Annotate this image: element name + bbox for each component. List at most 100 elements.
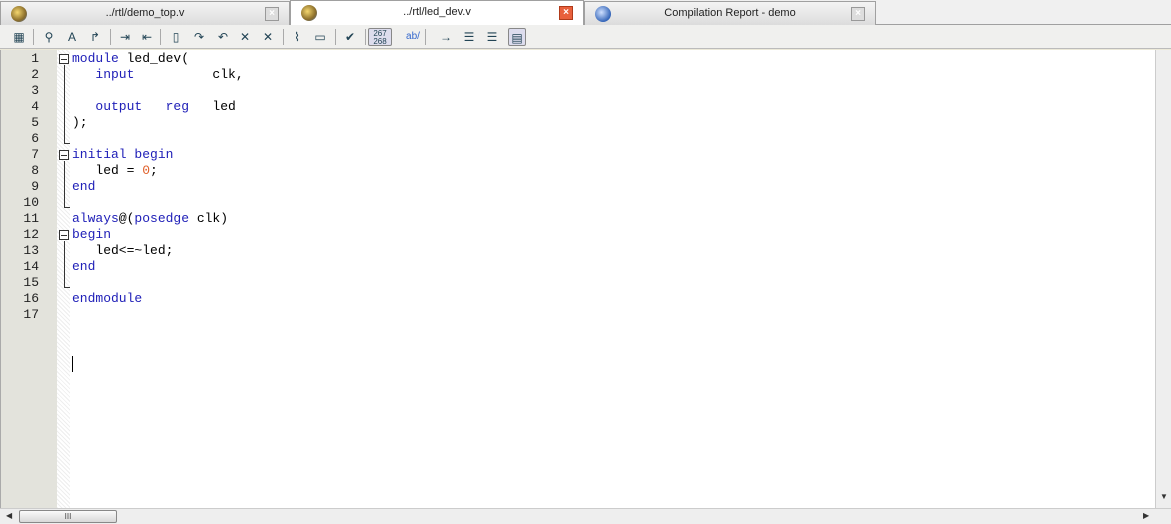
previous-bookmark-icon[interactable]: ↶ bbox=[214, 28, 232, 46]
toolbar-separator bbox=[33, 29, 34, 45]
tab-2[interactable]: ../rtl/led_dev.v × bbox=[290, 0, 584, 26]
fold-end bbox=[64, 287, 70, 288]
fold-end bbox=[64, 207, 70, 208]
keyword-token: endmodule bbox=[72, 291, 143, 306]
line-number: 8 bbox=[31, 163, 39, 178]
close-tab-icon[interactable]: × bbox=[265, 7, 279, 21]
line-number: 13 bbox=[23, 243, 39, 258]
view-mode-icon[interactable]: ▤ bbox=[508, 28, 526, 46]
code-line[interactable]: begin bbox=[72, 227, 111, 243]
line-number: 11 bbox=[23, 211, 39, 226]
line-numbers-bottom: 268 bbox=[373, 37, 387, 46]
code-token: led<=~led; bbox=[72, 243, 174, 258]
tab-label: ../rtl/led_dev.v bbox=[403, 6, 471, 18]
line-number: 12 bbox=[23, 227, 39, 242]
code-line[interactable]: end bbox=[72, 179, 95, 195]
code-line[interactable]: always@(posedge clk) bbox=[72, 211, 228, 227]
indent-doc-icon[interactable]: ☰ bbox=[460, 28, 478, 46]
code-line[interactable]: initial begin bbox=[72, 147, 173, 163]
code-line[interactable]: led<=~led; bbox=[72, 243, 173, 259]
toolbar: ▦ ⚲ A ↱ ⇥ ⇤ ▯ ↷ ↶ ✕ ✕ ⌇ ▭ ✔ ab/→ ☰ ☰ ▤ 267 268 bbox=[0, 25, 1171, 49]
toolbar-separator bbox=[425, 29, 426, 45]
scroll-right-icon[interactable]: ▶ bbox=[1143, 511, 1149, 520]
collapse-fold-icon[interactable] bbox=[59, 230, 69, 240]
code-token: ); bbox=[72, 115, 88, 130]
go-to-icon[interactable]: ↱ bbox=[86, 28, 104, 46]
keyword-token: end bbox=[72, 179, 96, 194]
close-tab-icon[interactable]: × bbox=[559, 6, 573, 20]
insert-template-icon[interactable]: ▦ bbox=[10, 28, 28, 46]
toolbar-separator bbox=[365, 29, 366, 45]
code-editor[interactable]: 1 2 3 4 5 6 7 8 9 10 11 12 13 14 15 16 17 module led_dev… bbox=[0, 50, 1155, 508]
collapse-fold-icon[interactable] bbox=[59, 150, 69, 160]
outline-icon[interactable]: ☰ bbox=[483, 28, 501, 46]
code-line[interactable]: led = 0; bbox=[72, 163, 158, 179]
check-syntax-icon[interactable]: ✔ bbox=[341, 28, 359, 46]
scroll-left-icon[interactable]: ◀ bbox=[6, 511, 12, 520]
keyword-token: end bbox=[72, 259, 96, 274]
line-number-gutter: 1 2 3 4 5 6 7 8 9 10 11 12 13 14 15 16 17 bbox=[0, 50, 57, 508]
find-icon[interactable]: ⚲ bbox=[40, 28, 58, 46]
scroll-down-icon[interactable]: ▼ bbox=[1160, 492, 1168, 501]
number-token: 0 bbox=[142, 163, 151, 178]
wrap-icon[interactable]: → bbox=[437, 28, 455, 46]
keyword-token: initial bbox=[72, 147, 127, 162]
tab-3[interactable]: Compilation Report - demo × bbox=[584, 1, 876, 25]
keyword-token: input bbox=[95, 67, 135, 82]
line-number: 14 bbox=[23, 259, 39, 274]
code-token: led bbox=[189, 99, 236, 114]
decrease-indent-icon[interactable]: ⇤ bbox=[138, 28, 156, 46]
bookmark-icon[interactable]: ▯ bbox=[167, 28, 185, 46]
code-line[interactable]: ); bbox=[72, 115, 88, 131]
text-cursor bbox=[72, 356, 73, 372]
fold-line bbox=[64, 161, 65, 207]
line-number: 7 bbox=[31, 147, 39, 162]
keyword-token: always bbox=[72, 211, 119, 226]
increase-indent-icon[interactable]: ⇥ bbox=[116, 28, 134, 46]
next-bookmark-icon[interactable]: ↷ bbox=[190, 28, 208, 46]
line-number: 16 bbox=[23, 291, 39, 306]
line-numbers-toggle-icon[interactable]: 267 268 bbox=[368, 28, 392, 46]
line-number: 10 bbox=[23, 195, 39, 210]
code-token: clk) bbox=[189, 211, 229, 226]
close-tab-icon[interactable]: × bbox=[851, 7, 865, 21]
line-number: 1 bbox=[31, 51, 39, 66]
code-line[interactable]: input clk, bbox=[72, 67, 244, 83]
horizontal-scrollbar[interactable]: ◀ III ▶ bbox=[0, 508, 1171, 524]
attach-icon[interactable]: ⌇ bbox=[288, 28, 306, 46]
line-number: 15 bbox=[23, 275, 39, 290]
code-line[interactable]: module led_dev( bbox=[72, 51, 189, 67]
code-line[interactable]: output reg led bbox=[72, 99, 236, 115]
keyword-token: begin bbox=[72, 227, 112, 242]
keyword-token: begin bbox=[134, 147, 174, 162]
ab-icon[interactable]: ab/ bbox=[402, 28, 424, 46]
collapse-fold-icon[interactable] bbox=[59, 54, 69, 64]
line-number: 4 bbox=[31, 99, 39, 114]
remove-all-bookmarks-icon[interactable]: ✕ bbox=[259, 28, 277, 46]
tab-label: ../rtl/demo_top.v bbox=[105, 7, 185, 19]
code-token: led = bbox=[72, 163, 143, 178]
line-number: 5 bbox=[31, 115, 39, 130]
keyword-token: module bbox=[72, 51, 119, 66]
tab-1[interactable]: ../rtl/demo_top.v × bbox=[0, 1, 290, 25]
find-replace-icon[interactable]: A bbox=[63, 28, 81, 46]
remove-bookmark-icon[interactable]: ✕ bbox=[236, 28, 254, 46]
line-number: 9 bbox=[31, 179, 39, 194]
horizontal-scroll-thumb[interactable]: III bbox=[19, 510, 117, 523]
vertical-scrollbar[interactable]: ▼ bbox=[1155, 50, 1171, 508]
keyword-token: output bbox=[95, 99, 143, 114]
line-number: 6 bbox=[31, 131, 39, 146]
code-token: ; bbox=[150, 163, 158, 178]
code-token: led_dev( bbox=[118, 51, 190, 66]
code-token: clk, bbox=[134, 67, 244, 82]
scroll-icon[interactable]: ▭ bbox=[311, 28, 329, 46]
code-line[interactable]: end bbox=[72, 259, 95, 275]
line-number: 3 bbox=[31, 83, 39, 98]
toolbar-separator bbox=[335, 29, 336, 45]
code-line[interactable]: endmodule bbox=[72, 291, 142, 307]
toolbar-separator bbox=[160, 29, 161, 45]
tab-bar: ../rtl/demo_top.v × ../rtl/led_dev.v × Compi… bbox=[0, 0, 1171, 26]
toolbar-separator bbox=[110, 29, 111, 45]
